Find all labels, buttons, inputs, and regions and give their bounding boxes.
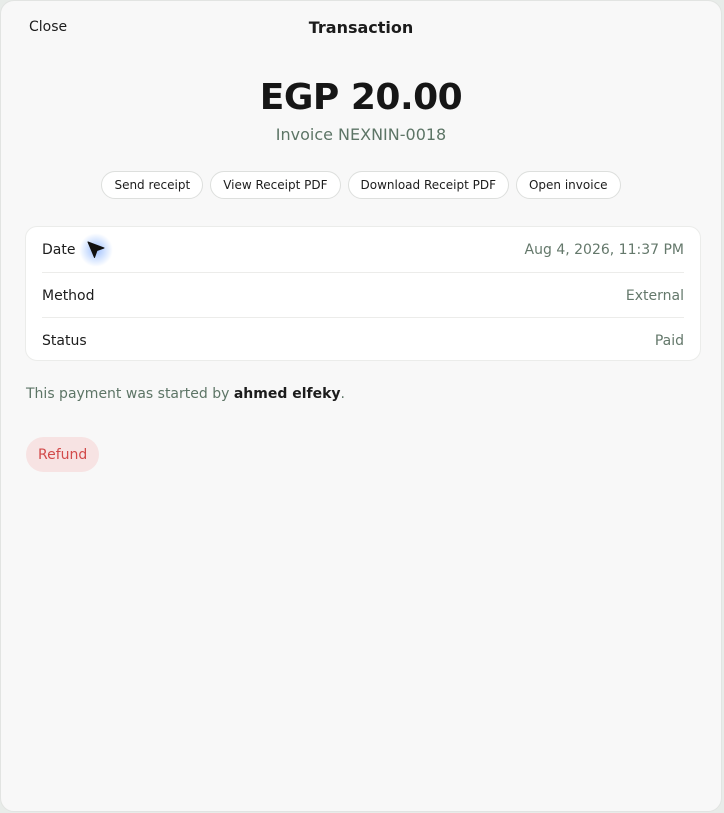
detail-label: Method <box>42 287 95 304</box>
mouse-pointer-icon <box>79 233 113 267</box>
page-title: Transaction <box>308 18 414 37</box>
send-receipt-button[interactable]: Send receipt <box>101 171 204 199</box>
refund-button[interactable]: Refund <box>26 437 100 472</box>
note-user: ahmed elfeky <box>233 386 341 402</box>
detail-value: Aug 4, 2026, 11:37 PM <box>524 241 684 258</box>
invoice-number: Invoice NEXNIN-0018 <box>275 125 447 144</box>
note-prefix: This payment was started by <box>26 386 234 402</box>
note-suffix: . <box>340 386 345 402</box>
payment-note: This payment was started by ahmed elfeky… <box>26 386 345 402</box>
download-receipt-pdf-button[interactable]: Download Receipt PDF <box>347 171 509 199</box>
detail-label: Date <box>42 241 76 258</box>
action-buttons: Send receipt View Receipt PDF Download R… <box>1 171 721 199</box>
transaction-sheet: Close Transaction EGP 20.00 Invoice NEXN… <box>0 0 722 812</box>
detail-value: External <box>625 287 684 304</box>
view-receipt-pdf-button[interactable]: View Receipt PDF <box>210 171 341 199</box>
status-value: Paid <box>654 332 684 349</box>
detail-row-status: Status Paid <box>42 317 684 363</box>
transaction-amount: EGP 20.00 <box>259 77 463 118</box>
details-card: Date Aug 4, 2026, 11:37 PM Method Extern… <box>25 226 701 361</box>
cursor-arrow-icon <box>87 241 105 258</box>
top-bar: Close Transaction <box>1 1 721 57</box>
detail-row-method: Method External <box>42 272 684 318</box>
detail-row-date: Date Aug 4, 2026, 11:37 PM <box>42 227 684 272</box>
open-invoice-button[interactable]: Open invoice <box>515 171 621 199</box>
detail-label: Status <box>42 332 87 349</box>
